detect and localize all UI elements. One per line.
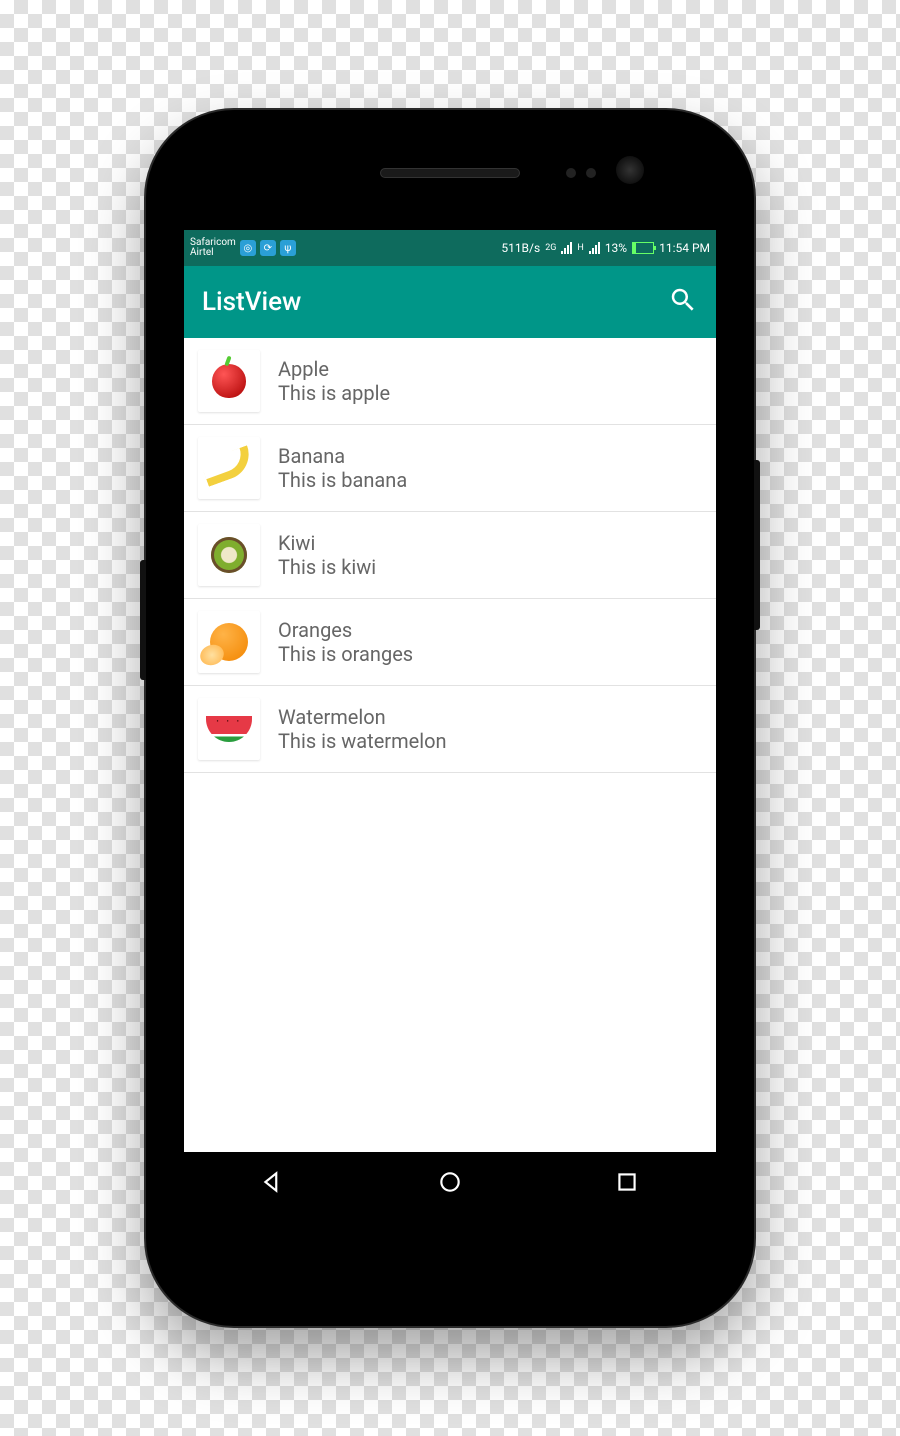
earpiece [380, 168, 520, 178]
list-item-title: Apple [278, 357, 390, 381]
signal-bars-icon [589, 242, 600, 254]
kiwi-icon [198, 524, 260, 586]
power-button [754, 460, 760, 630]
android-nav-bar [184, 1152, 716, 1216]
phone-frame: Safaricom Airtel ◎ ⟳ ψ 511B/s 2G H 13% 1… [144, 108, 756, 1328]
list-item[interactable]: Kiwi This is kiwi [184, 512, 716, 599]
orange-icon [198, 611, 260, 673]
status-bar: Safaricom Airtel ◎ ⟳ ψ 511B/s 2G H 13% 1… [184, 230, 716, 266]
recent-apps-icon[interactable] [614, 1169, 640, 1199]
screen: Safaricom Airtel ◎ ⟳ ψ 511B/s 2G H 13% 1… [184, 230, 716, 1216]
back-icon[interactable] [260, 1169, 286, 1199]
list-item-subtitle: This is banana [278, 468, 407, 492]
data-rate: 511B/s [501, 241, 540, 255]
list-item[interactable]: Watermelon This is watermelon [184, 686, 716, 773]
list-item-title: Kiwi [278, 531, 376, 555]
banana-icon [198, 437, 260, 499]
battery-pct: 13% [605, 241, 627, 255]
list-item-title: Banana [278, 444, 407, 468]
list-item-title: Watermelon [278, 705, 447, 729]
battery-icon [632, 242, 654, 254]
network-badge-2: H [577, 243, 583, 253]
sensor [566, 168, 576, 178]
home-icon[interactable] [437, 1169, 463, 1199]
list-item-subtitle: This is oranges [278, 642, 413, 666]
clock: 11:54 PM [659, 241, 710, 255]
signal-bars-icon [561, 242, 572, 254]
front-camera [616, 156, 644, 184]
list-item[interactable]: Oranges This is oranges [184, 599, 716, 686]
search-icon[interactable] [668, 285, 698, 319]
sync-icon: ⟳ [260, 240, 276, 256]
list-item-subtitle: This is watermelon [278, 729, 447, 753]
app-title: ListView [202, 287, 301, 317]
apple-icon [198, 350, 260, 412]
list-item-subtitle: This is apple [278, 381, 390, 405]
carrier-2: Airtel [190, 248, 236, 258]
list-item-title: Oranges [278, 618, 413, 642]
watermelon-icon [198, 698, 260, 760]
app-bar: ListView [184, 266, 716, 338]
usb-icon: ψ [280, 240, 296, 256]
carrier-labels: Safaricom Airtel [190, 238, 236, 258]
network-badge: 2G [545, 243, 556, 253]
location-icon: ◎ [240, 240, 256, 256]
list-item-subtitle: This is kiwi [278, 555, 376, 579]
sensor [586, 168, 596, 178]
list-container: Apple This is apple Banana This is banan… [184, 338, 716, 1152]
listview[interactable]: Apple This is apple Banana This is banan… [184, 338, 716, 773]
volume-button [140, 560, 146, 680]
list-item[interactable]: Banana This is banana [184, 425, 716, 512]
list-item[interactable]: Apple This is apple [184, 338, 716, 425]
